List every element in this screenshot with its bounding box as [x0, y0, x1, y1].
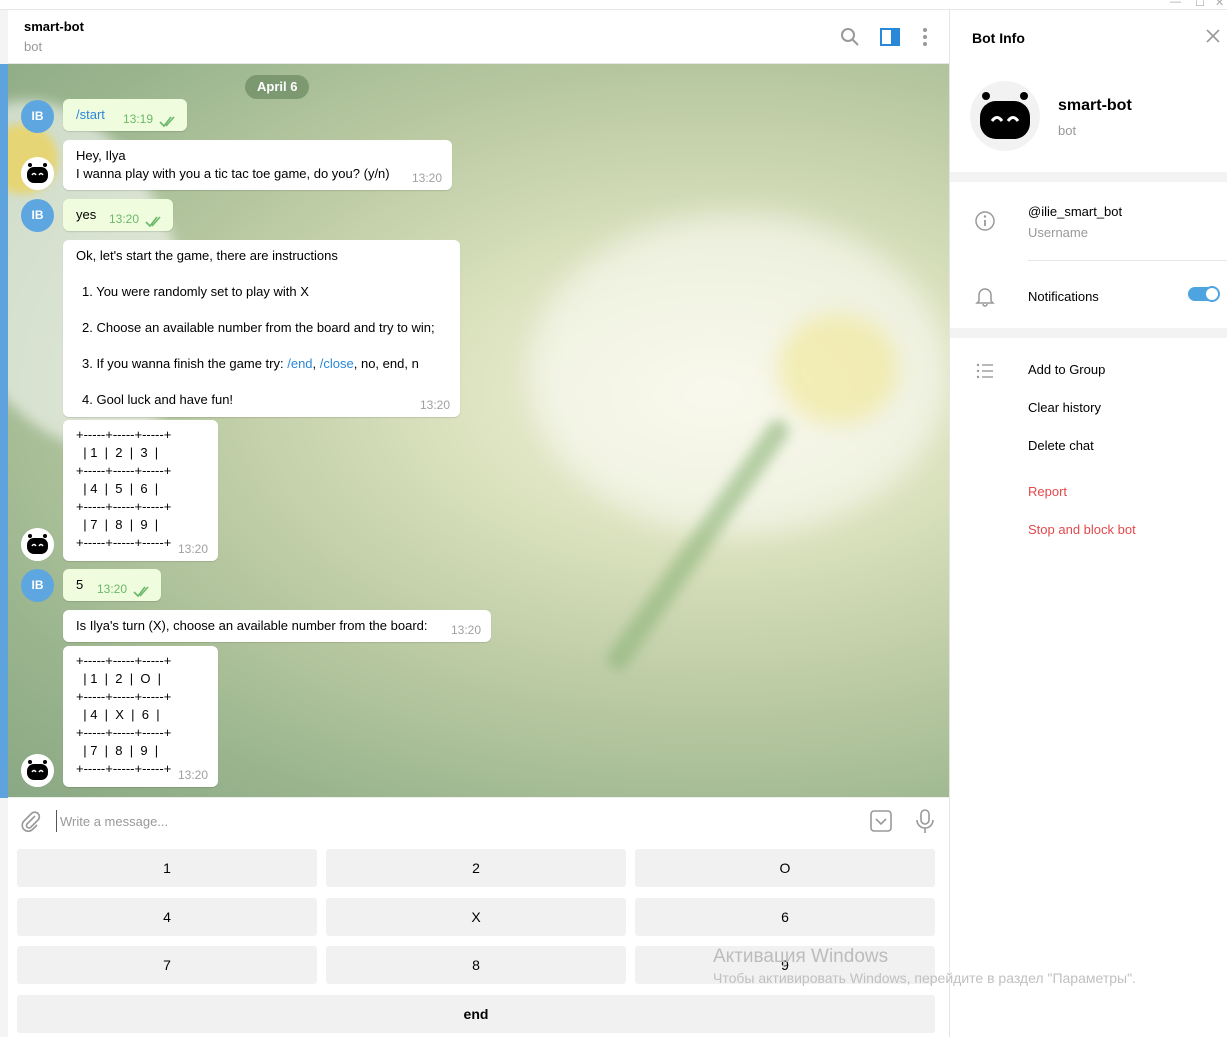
maximize-icon[interactable]: ☐: [1195, 0, 1205, 9]
info-icon: [975, 211, 995, 231]
double-check-icon: [133, 586, 149, 598]
message-bubble-out: yes 13:20: [63, 199, 173, 231]
chat-subtitle: bot: [24, 39, 43, 54]
bot-avatar-large[interactable]: [970, 81, 1040, 151]
instruction-step: 4. Gool luck and have fun!: [82, 392, 234, 407]
keyboard-button[interactable]: 1: [17, 849, 317, 887]
clear-history-button[interactable]: Clear history: [1028, 400, 1101, 415]
message-time: 13:20: [411, 171, 442, 185]
more-vertical-icon[interactable]: [914, 26, 936, 48]
instruction-text: ,: [312, 356, 320, 371]
activation-watermark-title: Активация Windows: [713, 946, 889, 967]
close-command-link[interactable]: /close: [320, 356, 354, 371]
bot-name: smart-bot: [1058, 97, 1132, 114]
bot-keyboard: 1 2 O 4 X 6 7 8 9 end: [8, 843, 949, 1037]
bot-username[interactable]: @ilie_smart_bot: [1028, 204, 1122, 219]
message-bubble-in: Hey, Ilya I wanna play with you a tic ta…: [63, 140, 452, 190]
message-bubble-in: Is Ilya's turn (X), choose an available …: [63, 610, 491, 642]
bot-avatar[interactable]: [21, 157, 54, 190]
chat-list-selection-strip: [0, 64, 8, 798]
message-time: 13:20: [419, 398, 450, 412]
username-label: Username: [1028, 225, 1088, 240]
avatar[interactable]: IB: [21, 569, 54, 602]
bell-icon: [975, 288, 995, 307]
chat-title[interactable]: smart-bot: [24, 19, 84, 34]
composer: [8, 797, 949, 843]
avatar[interactable]: IB: [21, 199, 54, 232]
keyboard-button[interactable]: 2: [326, 849, 626, 887]
message-input[interactable]: [56, 810, 856, 832]
search-icon[interactable]: [839, 26, 861, 48]
message-time: 13:20: [177, 542, 208, 556]
keyboard-button[interactable]: O: [635, 849, 935, 887]
microphone-icon[interactable]: [914, 808, 936, 834]
left-edge: [0, 10, 8, 1037]
message-bubble-out: 5 13:20: [63, 569, 161, 601]
message-time: 13:20: [96, 582, 127, 596]
divider: [1028, 260, 1227, 261]
instruction-step: 2. Choose an available number from the b…: [82, 320, 435, 335]
message-line: I wanna play with you a tic tac toe game…: [76, 166, 390, 181]
bot-keyboard-icon[interactable]: [869, 809, 893, 833]
activation-watermark-text: Чтобы активировать Windows, перейдите в …: [713, 970, 1136, 986]
game-board: +-----+-----+-----+ | 1 | 2 | O | +-----…: [76, 653, 172, 776]
message-time: 13:20: [450, 623, 481, 637]
chat-area[interactable]: April 6 IB /start 13:19 Hey, Ilya I wann…: [8, 64, 949, 797]
bot-avatar[interactable]: [21, 754, 54, 787]
chat-header: smart-bot bot: [8, 10, 949, 64]
close-window-icon[interactable]: ✕: [1215, 0, 1224, 9]
close-icon[interactable]: [1205, 28, 1221, 44]
instruction-step: 3. If you wanna finish the game try: /en…: [76, 355, 448, 373]
message-bubble-out: /start 13:19: [63, 99, 187, 131]
double-check-icon: [145, 216, 161, 228]
bot-info-panel: Bot Info smart-bot bot @ilie_smart_bot U…: [949, 10, 1227, 1037]
toggle-knob: [1204, 286, 1220, 302]
minimize-icon[interactable]: —: [1170, 0, 1181, 8]
message-line: Hey, Ilya: [76, 148, 126, 163]
stop-and-block-button[interactable]: Stop and block bot: [1028, 522, 1136, 537]
message-time: 13:19: [122, 112, 153, 126]
message-bubble-in: Ok, let's start the game, there are inst…: [63, 240, 460, 417]
keyboard-button[interactable]: X: [326, 898, 626, 936]
instruction-step: 1. You were randomly set to play with X: [82, 284, 309, 299]
end-command-link[interactable]: /end: [287, 356, 312, 371]
divider: [950, 172, 1227, 182]
message-time: 13:20: [108, 212, 139, 226]
game-board-message: +-----+-----+-----+ | 1 | 2 | O | +-----…: [63, 646, 218, 787]
window-top-strip: — ☐ ✕: [0, 0, 1227, 10]
date-divider: April 6: [245, 75, 310, 99]
double-check-icon: [159, 116, 175, 128]
keyboard-button[interactable]: 6: [635, 898, 935, 936]
delete-chat-button[interactable]: Delete chat: [1028, 438, 1094, 453]
game-board: +-----+-----+-----+ | 1 | 2 | 3 | +-----…: [76, 427, 172, 550]
command-link[interactable]: /start: [76, 107, 105, 122]
end-game-button[interactable]: end: [17, 995, 935, 1033]
notifications-toggle[interactable]: [1188, 286, 1220, 302]
bot-avatar[interactable]: [21, 528, 54, 561]
bg-flower-center: [778, 314, 898, 424]
add-to-group-button[interactable]: Add to Group: [1028, 362, 1105, 377]
attach-icon[interactable]: [20, 810, 42, 832]
notifications-label: Notifications: [1028, 289, 1099, 304]
list-icon: [976, 363, 993, 379]
instruction-text: 3. If you wanna finish the game try:: [82, 356, 288, 371]
message-text: 5: [76, 577, 84, 592]
sidebar-panel-icon[interactable]: [879, 26, 901, 48]
avatar[interactable]: IB: [21, 100, 54, 133]
instructions-intro: Ok, let's start the game, there are inst…: [76, 248, 338, 263]
bot-subtitle: bot: [1058, 123, 1077, 138]
message-text: Is Ilya's turn (X), choose an available …: [76, 618, 428, 633]
instruction-text: , no, end, n: [353, 356, 419, 371]
message-text: yes: [76, 207, 97, 222]
keyboard-button[interactable]: 8: [326, 946, 626, 984]
message-time: 13:20: [177, 768, 208, 782]
report-button[interactable]: Report: [1028, 484, 1067, 499]
keyboard-button[interactable]: 7: [17, 946, 317, 984]
divider: [950, 328, 1227, 338]
panel-title: Bot Info: [972, 30, 1025, 46]
keyboard-button[interactable]: 4: [17, 898, 317, 936]
game-board-message: +-----+-----+-----+ | 1 | 2 | 3 | +-----…: [63, 420, 218, 561]
